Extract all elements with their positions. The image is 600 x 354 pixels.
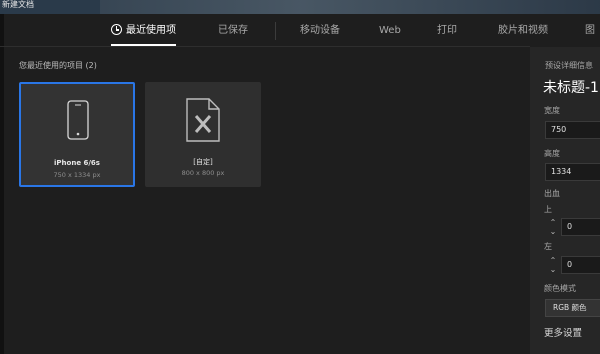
- top-bleed-label: 上: [544, 205, 552, 214]
- recent-item-name: iPhone 6/6s: [54, 159, 100, 167]
- document-name[interactable]: 未标题-1: [543, 77, 599, 97]
- tab-recent-label: 最近使用项: [126, 25, 176, 36]
- tab-mobile-label: 移动设备: [300, 25, 340, 36]
- tab-art-label: 图: [585, 25, 595, 36]
- color-mode-label: 颜色模式: [544, 284, 576, 293]
- height-field[interactable]: 1334: [545, 163, 600, 181]
- tab-web-label: Web: [379, 25, 401, 36]
- title-bar-background: [100, 0, 600, 14]
- preset-tabs: 最近使用项 已保存 移动设备 Web 打印 胶片和视频 图: [0, 18, 600, 46]
- tab-mobile[interactable]: 移动设备: [300, 18, 340, 44]
- recent-section-title: 您最近使用的项目: [19, 61, 83, 70]
- height-label: 高度: [544, 149, 560, 158]
- recent-item-name: [自定]: [193, 158, 213, 166]
- recent-item-size: 800 x 800 px: [181, 169, 225, 177]
- title-bar: 新建文档: [0, 0, 600, 14]
- tab-print-label: 打印: [437, 25, 457, 36]
- tab-saved-label: 已保存: [218, 25, 248, 36]
- custom-document-icon: [186, 98, 220, 142]
- tab-underline-rule: [0, 46, 530, 47]
- window-title: 新建文档: [2, 0, 34, 9]
- clock-icon: [111, 24, 122, 35]
- top-bleed-field[interactable]: 0: [561, 218, 600, 236]
- dialog-left-edge: [0, 14, 4, 354]
- left-bleed-stepper[interactable]: ⌃ ⌄: [548, 256, 558, 276]
- tab-film-video-label: 胶片和视频: [498, 25, 548, 36]
- recent-count: (2): [85, 61, 97, 70]
- tab-saved[interactable]: 已保存: [218, 18, 248, 44]
- recent-item-size: 750 x 1334 px: [53, 171, 101, 179]
- recent-item-iphone[interactable]: iPhone 6/6s 750 x 1334 px: [19, 82, 135, 187]
- more-settings-button[interactable]: 更多设置: [544, 325, 582, 339]
- preset-details-heading: 预设详细信息: [545, 61, 593, 70]
- left-bleed-field[interactable]: 0: [561, 256, 600, 274]
- phone-icon: [67, 100, 89, 140]
- top-bleed-stepper[interactable]: ⌃ ⌄: [548, 218, 558, 238]
- tab-film-video[interactable]: 胶片和视频: [498, 18, 548, 44]
- recent-item-custom[interactable]: [自定] 800 x 800 px: [145, 82, 261, 187]
- width-field[interactable]: 750: [545, 121, 600, 139]
- width-label: 宽度: [544, 106, 560, 115]
- bleed-label: 出血: [544, 189, 560, 198]
- tab-art[interactable]: 图: [585, 18, 595, 44]
- left-bleed-label: 左: [544, 242, 552, 251]
- tab-print[interactable]: 打印: [437, 18, 457, 44]
- tab-web[interactable]: Web: [379, 18, 401, 44]
- recent-section-label: 您最近使用的项目 (2): [19, 60, 97, 71]
- color-mode-select[interactable]: RGB 颜色: [545, 299, 600, 317]
- tab-separator: [275, 22, 276, 40]
- tab-recent[interactable]: 最近使用项: [111, 18, 176, 46]
